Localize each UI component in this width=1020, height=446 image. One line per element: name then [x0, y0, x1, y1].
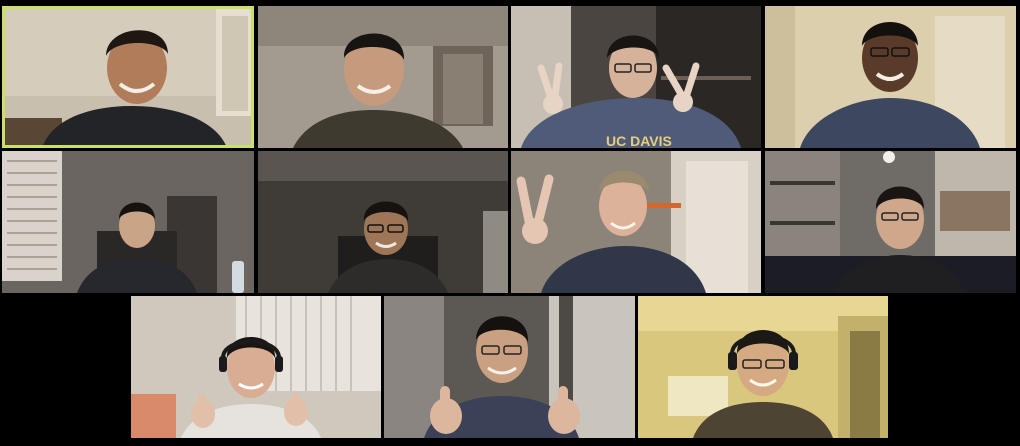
participant-video: UC DAVIS — [511, 6, 761, 148]
participant-video — [258, 6, 508, 148]
participant-video — [384, 296, 635, 438]
participant-video-tile[interactable] — [638, 296, 888, 438]
participant-video-tile[interactable] — [511, 151, 761, 293]
participant-video — [638, 296, 888, 438]
participant-video — [131, 296, 381, 438]
participant-video — [511, 151, 761, 293]
participant-video — [765, 6, 1016, 148]
participant-video-tile-active-speaker[interactable] — [2, 6, 254, 148]
shirt-text: UC DAVIS — [606, 133, 672, 148]
participant-video-tile[interactable] — [765, 6, 1016, 148]
participant-video-tile[interactable] — [765, 151, 1016, 293]
participant-video — [765, 151, 1016, 293]
participant-video — [2, 6, 254, 148]
participant-video-tile[interactable] — [258, 6, 508, 148]
participant-video-tile[interactable] — [2, 151, 254, 293]
participant-video-tile[interactable] — [131, 296, 381, 438]
participant-video-tile[interactable] — [384, 296, 635, 438]
participant-video — [258, 151, 508, 293]
participant-video-tile[interactable] — [258, 151, 508, 293]
video-gallery: UC DAVIS — [0, 0, 1020, 446]
participant-video-tile[interactable]: UC DAVIS — [511, 6, 761, 148]
participant-video — [2, 151, 254, 293]
